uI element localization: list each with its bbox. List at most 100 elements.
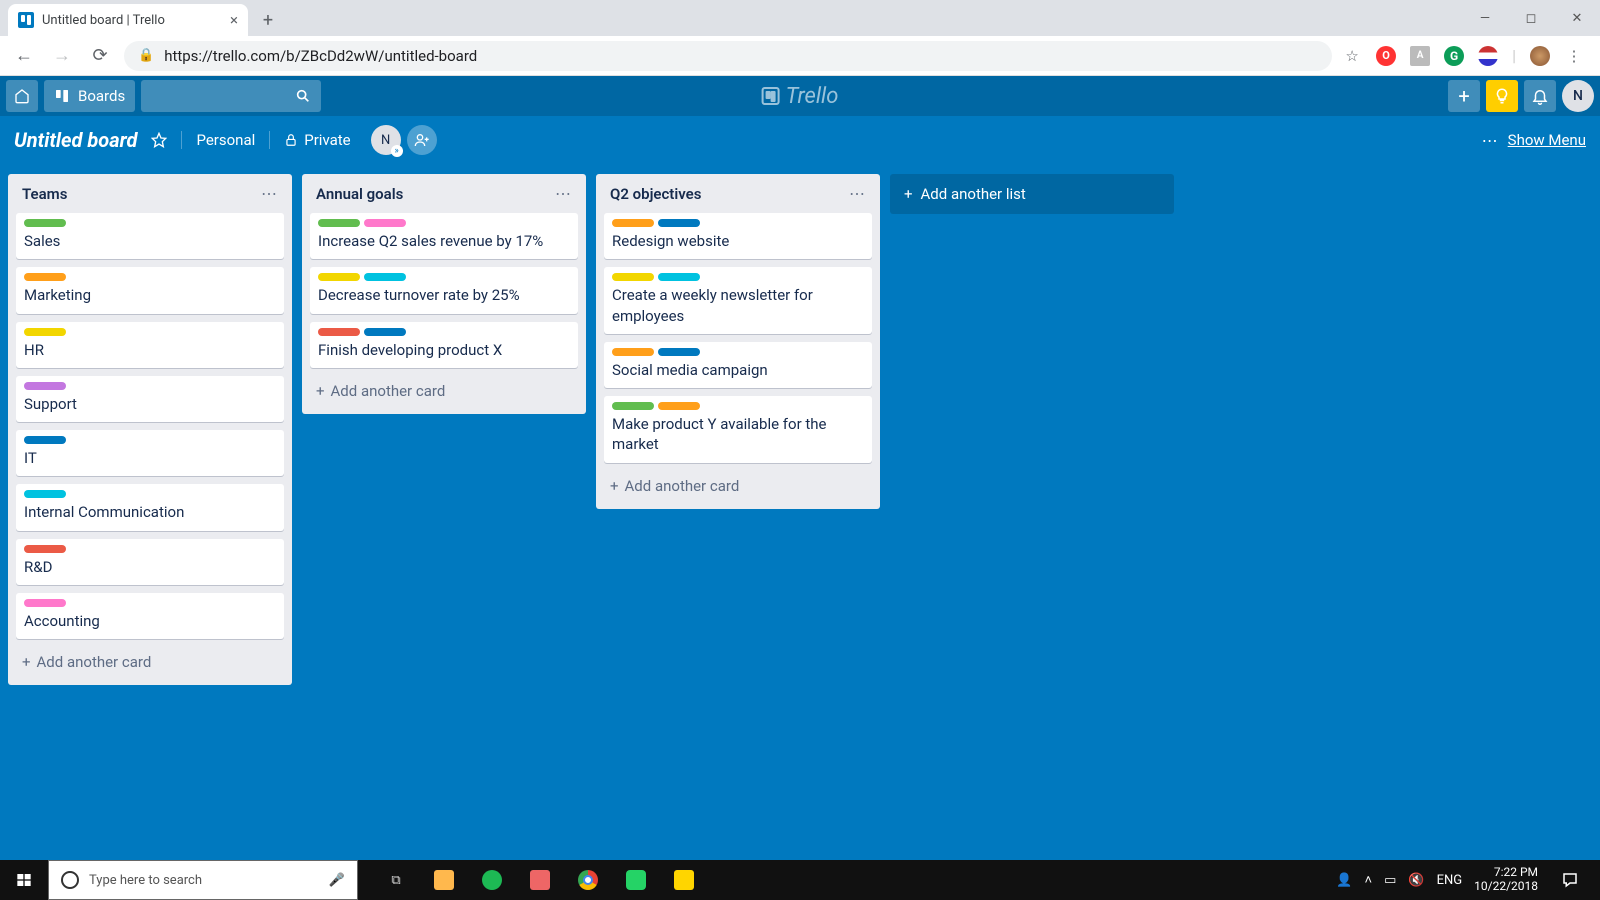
label-p[interactable] [24,382,66,390]
card[interactable]: Marketing [16,267,284,313]
list[interactable]: Teams ⋯ Sales Marketing HR Support IT Internal … [8,174,292,685]
card[interactable]: Decrease turnover rate by 25% [310,267,578,313]
visibility-button[interactable]: Private [282,127,352,153]
reload-button[interactable]: ⟳ [86,42,114,70]
label-y[interactable] [24,328,66,336]
card[interactable]: Make product Y available for the market [604,396,872,463]
add-card-button[interactable]: +Add another card [16,647,284,677]
label-sky[interactable] [24,490,66,498]
label-b[interactable] [24,436,66,444]
card[interactable]: Accounting [16,593,284,639]
card[interactable]: Social media campaign [604,342,872,388]
chrome-profile-avatar[interactable] [1530,46,1550,66]
show-menu-button[interactable]: Show Menu [1508,131,1586,149]
start-button[interactable] [0,872,48,888]
label-r[interactable] [318,328,360,336]
label-sky[interactable] [658,273,700,281]
language-indicator[interactable]: ENG [1437,873,1463,888]
card[interactable]: Support [16,376,284,422]
label-r[interactable] [24,545,66,553]
boards-button[interactable]: Boards [44,80,135,112]
tray-chevron-icon[interactable]: ˄ [1365,872,1373,888]
star-board-button[interactable] [149,128,169,152]
global-search[interactable] [141,80,321,112]
list-menu-button[interactable]: ⋯ [261,184,278,203]
volume-icon[interactable]: 🔇 [1408,873,1424,888]
list[interactable]: Q2 objectives ⋯ Redesign website Create a w… [596,174,880,509]
list[interactable]: Annual goals ⋯ Increase Q2 sales revenue b… [302,174,586,414]
people-icon[interactable]: 👤 [1336,873,1352,888]
label-b[interactable] [658,219,700,227]
list-title[interactable]: Teams [22,185,67,203]
taskbar-search[interactable]: Type here to search 🎤 [48,860,358,900]
list-title[interactable]: Q2 objectives [610,185,701,203]
label-o[interactable] [612,219,654,227]
extension-flag-icon[interactable] [1478,46,1498,66]
close-window-button[interactable]: ✕ [1554,0,1600,36]
board-canvas[interactable]: Teams ⋯ Sales Marketing HR Support IT Internal … [0,164,1600,860]
card[interactable]: Increase Q2 sales revenue by 17% [310,213,578,259]
more-icon[interactable]: ⋯ [1482,131,1498,150]
card[interactable]: Redesign website [604,213,872,259]
spotify-button[interactable] [468,860,516,900]
chrome-button[interactable] [564,860,612,900]
card[interactable]: Sales [16,213,284,259]
bookmark-star-icon[interactable]: ☆ [1342,46,1362,66]
label-g[interactable] [318,219,360,227]
notifications-button[interactable] [1524,80,1556,112]
home-button[interactable] [6,80,38,112]
list-menu-button[interactable]: ⋯ [555,184,572,203]
new-tab-button[interactable]: + [254,6,282,34]
add-card-button[interactable]: +Add another card [604,471,872,501]
label-pk[interactable] [24,599,66,607]
back-button[interactable]: ← [10,42,38,70]
label-pk[interactable] [364,219,406,227]
card[interactable]: Internal Communication [16,484,284,530]
file-explorer-button[interactable] [420,860,468,900]
sticky-notes-button[interactable] [516,860,564,900]
task-view-button[interactable]: ⧉ [372,860,420,900]
mic-icon[interactable]: 🎤 [329,873,345,888]
address-bar[interactable]: 🔒 https://trello.com/b/ZBcDd2wW/untitled… [124,41,1332,71]
add-card-button[interactable]: +Add another card [310,376,578,406]
card[interactable]: R&D [16,539,284,585]
minimize-button[interactable]: — [1462,0,1508,36]
browser-tab[interactable]: Untitled board | Trello × [8,4,248,36]
label-g[interactable] [24,219,66,227]
chrome-menu-icon[interactable]: ⋮ [1564,46,1584,66]
team-button[interactable]: Personal [194,127,257,153]
card[interactable]: IT [16,430,284,476]
label-sky[interactable] [364,273,406,281]
board-name[interactable]: Untitled board [14,128,137,152]
invite-button[interactable] [407,125,437,155]
label-o[interactable] [612,348,654,356]
label-y[interactable] [318,273,360,281]
list-menu-button[interactable]: ⋯ [849,184,866,203]
label-o[interactable] [658,402,700,410]
tab-close-icon[interactable]: × [230,11,238,29]
create-button[interactable]: + [1448,80,1480,112]
extension-grammarly-icon[interactable]: G [1444,46,1464,66]
whatsapp-button[interactable] [612,860,660,900]
extension-adobe-icon[interactable]: A [1410,46,1430,66]
battery-icon[interactable]: ▭ [1384,873,1396,888]
card[interactable]: Create a weekly newsletter for employees [604,267,872,334]
card[interactable]: Finish developing product X [310,322,578,368]
label-b[interactable] [658,348,700,356]
trello-logo[interactable]: Trello [762,84,839,109]
taskbar-clock[interactable]: 7:22 PM 10/22/2018 [1474,866,1538,894]
extension-opera-icon[interactable]: O [1376,46,1396,66]
notes-app-button[interactable] [660,860,708,900]
maximize-button[interactable]: ◻ [1508,0,1554,36]
action-center-button[interactable] [1550,871,1590,889]
info-button[interactable] [1486,80,1518,112]
card[interactable]: HR [16,322,284,368]
user-avatar[interactable]: N [1562,80,1594,112]
label-g[interactable] [612,402,654,410]
forward-button[interactable]: → [48,42,76,70]
list-title[interactable]: Annual goals [316,185,403,203]
label-o[interactable] [24,273,66,281]
board-member-avatar[interactable]: N » [371,125,401,155]
add-list-button[interactable]: +Add another list [890,174,1174,214]
label-b[interactable] [364,328,406,336]
